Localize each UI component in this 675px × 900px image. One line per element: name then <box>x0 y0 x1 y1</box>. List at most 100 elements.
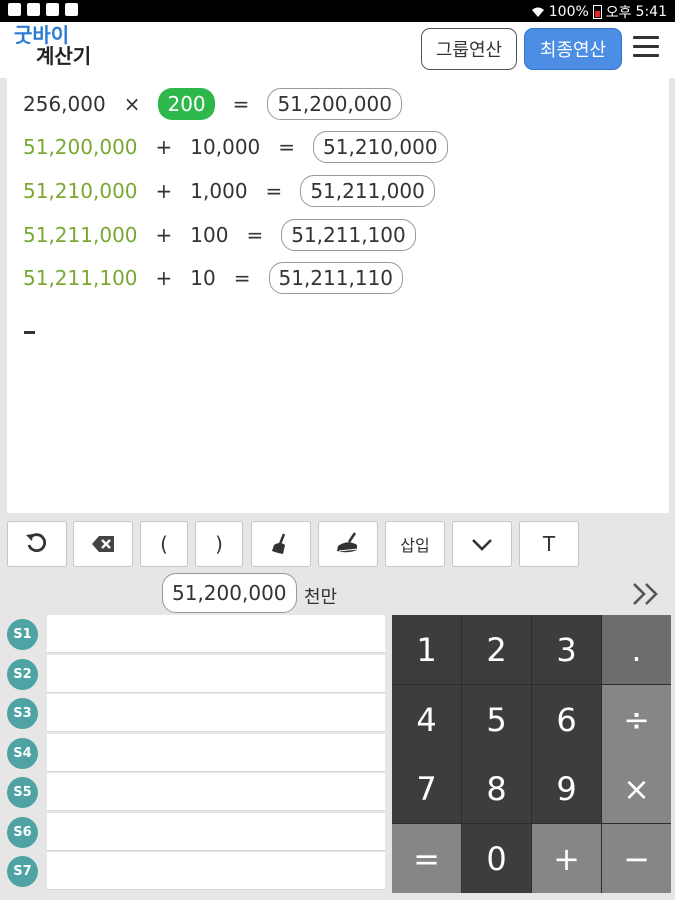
memory-slot[interactable]: S6 <box>0 813 392 852</box>
slot-badge[interactable]: S5 <box>7 777 38 808</box>
tape-equals: = <box>233 266 251 290</box>
app-logo: 굿바이 계산기 <box>14 25 91 67</box>
key-0[interactable]: 0 <box>462 824 531 893</box>
undo-icon <box>26 533 47 553</box>
tape-operator: + <box>155 223 173 247</box>
input-cursor <box>24 331 35 334</box>
slot-value[interactable] <box>47 655 385 693</box>
tape-right-operand: 1,000 <box>190 179 248 203</box>
tape-operator: + <box>155 179 173 203</box>
tape-right-operand: 10,000 <box>190 135 261 159</box>
tape-equals: = <box>278 135 296 159</box>
tape-row[interactable]: 51,211,000 + 100 = 51,211,100 <box>23 217 416 253</box>
memory-slot[interactable]: S2 <box>0 655 392 694</box>
ampm-label: 오후 <box>605 5 632 21</box>
current-result[interactable]: 51,200,000 <box>162 573 297 613</box>
menu-icon[interactable] <box>633 36 659 62</box>
slot-value[interactable] <box>47 734 385 772</box>
key-1[interactable]: 1 <box>392 615 461 684</box>
tape-operator: + <box>155 266 173 290</box>
slot-value[interactable] <box>47 813 385 851</box>
tape-row[interactable]: 256,000 × 200 = 51,200,000 <box>23 86 402 122</box>
key-minus[interactable]: − <box>602 824 671 893</box>
key-6[interactable]: 6 <box>532 685 601 754</box>
open-paren-button[interactable]: ( <box>140 521 188 567</box>
slot-value[interactable] <box>47 773 385 811</box>
calculation-tape[interactable]: 256,000 × 200 = 51,200,000 51,200,000 + … <box>7 78 669 513</box>
tape-row[interactable]: 51,200,000 + 10,000 = 51,210,000 <box>23 129 448 165</box>
status-bar: 100% 오후 5:41 <box>0 0 675 22</box>
memory-slot[interactable]: S7 <box>0 852 392 891</box>
mail-notification-icon <box>27 3 40 16</box>
key-3[interactable]: 3 <box>532 615 601 684</box>
broom-small-icon <box>272 533 286 554</box>
undo-button[interactable] <box>7 521 67 567</box>
logo-top-text: 굿바이 <box>14 23 70 47</box>
photo-notification-icon <box>65 3 78 16</box>
logo-bottom-text: 계산기 <box>36 44 92 68</box>
key-8[interactable]: 8 <box>462 754 531 823</box>
key-4[interactable]: 4 <box>392 685 461 754</box>
tablet-notification-icon <box>46 3 59 16</box>
key-divide[interactable]: ÷ <box>602 685 671 754</box>
tape-row[interactable]: 51,211,100 + 10 = 51,211,110 <box>23 260 404 296</box>
slot-badge[interactable]: S3 <box>7 698 38 729</box>
notification-icons <box>8 3 78 16</box>
key-decimal[interactable]: . <box>602 615 671 684</box>
edit-toolbar: ( ) 삽입 T <box>0 521 675 569</box>
tape-result[interactable]: 51,211,100 <box>281 219 416 251</box>
slot-badge[interactable]: S1 <box>7 619 38 650</box>
number-keypad: 1 2 3 . 4 5 6 ÷ 7 8 9 × = 0 + − <box>392 615 671 893</box>
slot-badge[interactable]: S6 <box>7 817 38 848</box>
memory-slots: S1 S2 S3 S4 S5 S6 S7 <box>0 615 392 895</box>
key-plus[interactable]: + <box>532 824 601 893</box>
app-notification-icon <box>8 3 21 16</box>
memory-slot[interactable]: S1 <box>0 615 392 654</box>
backspace-icon <box>92 536 114 552</box>
slot-badge[interactable]: S4 <box>7 738 38 769</box>
app-header: 굿바이 계산기 그룹연산 최종연산 <box>0 22 675 78</box>
tape-result[interactable]: 51,211,000 <box>300 175 435 207</box>
battery-percent: 100% <box>548 4 589 20</box>
tape-row[interactable]: 51,210,000 + 1,000 = 51,211,000 <box>23 173 435 209</box>
key-5[interactable]: 5 <box>462 685 531 754</box>
tape-equals: = <box>232 92 250 116</box>
tape-result[interactable]: 51,200,000 <box>267 88 402 120</box>
memory-slot[interactable]: S3 <box>0 694 392 733</box>
tape-result[interactable]: 51,211,110 <box>268 262 404 294</box>
slot-badge[interactable]: S2 <box>7 659 38 690</box>
memory-slot[interactable]: S5 <box>0 773 392 812</box>
tape-left-operand: 51,211,000 <box>23 223 138 247</box>
broom-large-icon <box>337 532 359 553</box>
tape-left-operand: 51,200,000 <box>23 135 138 159</box>
tape-right-operand-highlight[interactable]: 200 <box>158 88 215 120</box>
clear-entry-button[interactable] <box>251 521 311 567</box>
key-2[interactable]: 2 <box>462 615 531 684</box>
backspace-button[interactable] <box>73 521 133 567</box>
slot-value[interactable] <box>47 694 385 732</box>
close-paren-button[interactable]: ) <box>195 521 243 567</box>
tape-left-operand: 256,000 <box>23 92 106 116</box>
slot-value[interactable] <box>47 615 385 653</box>
group-calc-button[interactable]: 그룹연산 <box>421 28 517 70</box>
memory-slot[interactable]: S4 <box>0 734 392 773</box>
text-button[interactable]: T <box>519 521 579 567</box>
tape-right-operand: 100 <box>190 223 229 247</box>
key-equals[interactable]: = <box>392 824 461 893</box>
tape-result[interactable]: 51,210,000 <box>313 131 448 163</box>
insert-button[interactable]: 삽입 <box>385 521 445 567</box>
key-9[interactable]: 9 <box>532 754 601 823</box>
tape-operator: + <box>155 135 173 159</box>
tape-equals: = <box>246 223 264 247</box>
final-calc-button[interactable]: 최종연산 <box>524 28 622 70</box>
chevron-down-icon <box>472 539 492 551</box>
collapse-button[interactable] <box>452 521 512 567</box>
slot-value[interactable] <box>47 852 385 890</box>
tape-left-operand: 51,210,000 <box>23 179 138 203</box>
clear-all-button[interactable] <box>318 521 378 567</box>
tape-right-operand: 10 <box>190 266 216 290</box>
double-chevron-right-icon[interactable] <box>631 580 661 608</box>
key-7[interactable]: 7 <box>392 754 461 823</box>
key-multiply[interactable]: × <box>602 754 671 823</box>
slot-badge[interactable]: S7 <box>7 856 38 887</box>
